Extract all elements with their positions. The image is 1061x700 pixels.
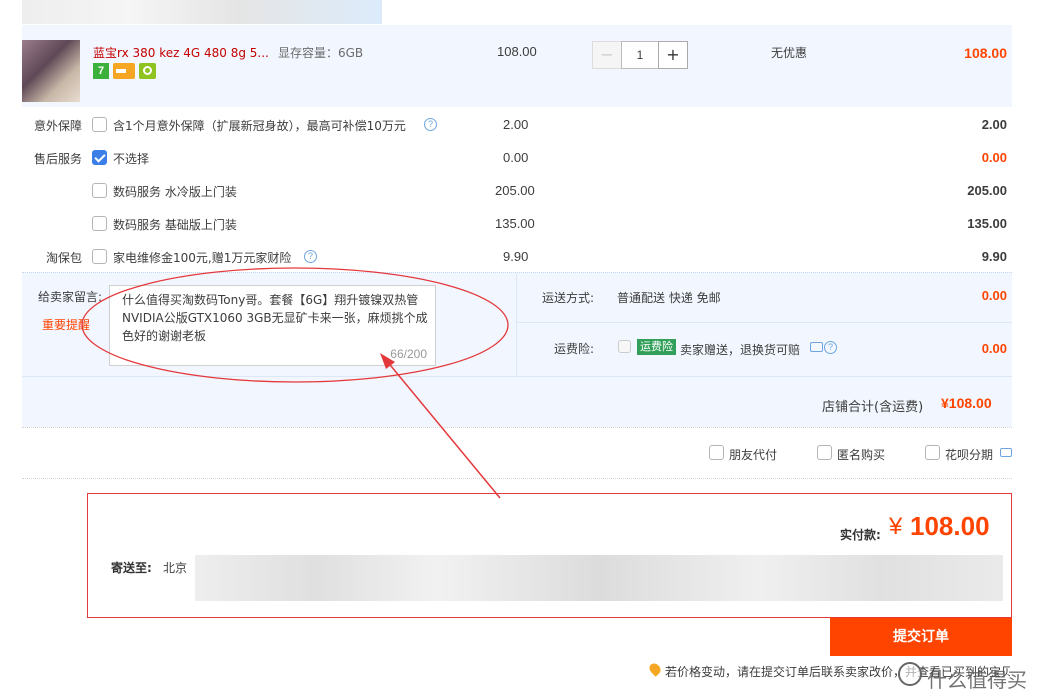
annotation-overlay bbox=[81, 267, 509, 499]
annotation-arrow-line bbox=[385, 359, 501, 499]
annotation-arrow-head bbox=[380, 353, 395, 369]
annotation-ellipse bbox=[81, 267, 509, 383]
